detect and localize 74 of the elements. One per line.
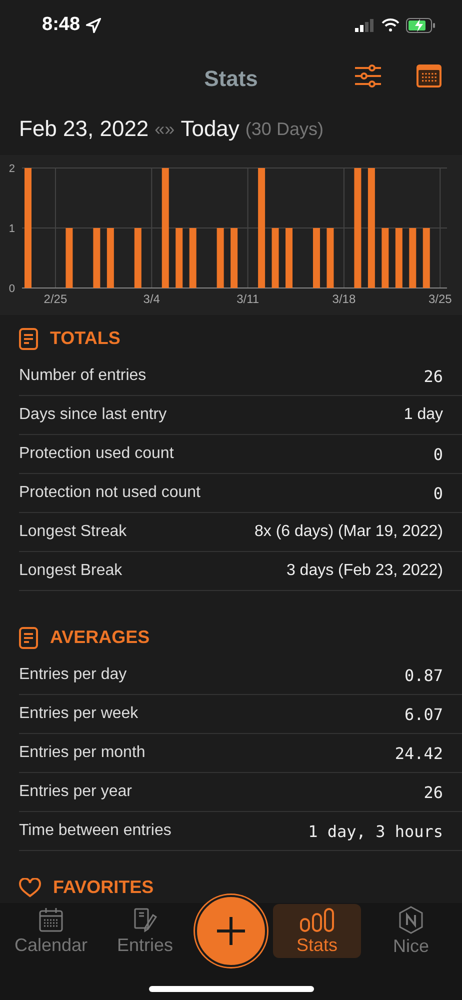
bar — [422, 228, 430, 288]
calendar-icon — [38, 906, 64, 932]
tab[interactable]: Nice — [367, 904, 455, 958]
bar — [382, 228, 389, 288]
bar — [216, 228, 224, 288]
bar — [176, 228, 183, 288]
stat-value: 24.42 — [394, 744, 443, 762]
bar — [272, 228, 279, 288]
bar — [313, 228, 320, 288]
day-count: (30 Days) — [245, 118, 324, 140]
filter-sliders-icon[interactable] — [354, 64, 382, 88]
axis-label: 1 — [8, 223, 15, 235]
bar — [230, 228, 238, 288]
bar — [395, 228, 402, 288]
start-date[interactable]: Feb 23, 2022 — [19, 116, 149, 142]
axis-label: 3/4 — [143, 292, 160, 306]
stat-label: Entries per week — [19, 705, 138, 723]
axis-label: 2 — [8, 163, 15, 175]
stat-label: Protection used count — [19, 445, 174, 463]
battery-charging-icon — [406, 18, 436, 32]
range-arrows[interactable]: «» — [154, 118, 175, 140]
add-button[interactable] — [195, 895, 267, 967]
bar — [189, 228, 196, 288]
screen-title: Stats — [204, 66, 258, 92]
stat-value: 0.87 — [404, 666, 443, 684]
stat-value: 26 — [424, 366, 443, 386]
bar — [93, 228, 100, 288]
bar-chart-icon — [299, 906, 335, 932]
bar — [326, 228, 334, 288]
bar — [409, 228, 416, 288]
axis-label: 3/18 — [332, 292, 356, 306]
bar — [286, 228, 293, 288]
plus-icon — [216, 916, 246, 946]
signal-icon — [355, 18, 375, 32]
stat-value: 0 — [433, 444, 443, 464]
axis-label: 0 — [8, 283, 15, 295]
section-title: TOTALS — [50, 328, 120, 349]
calendar-icon[interactable] — [416, 64, 442, 88]
stat-value: 26 — [424, 782, 443, 802]
document-icon — [19, 328, 38, 350]
axis-label: 3/11 — [236, 292, 260, 306]
wifi-icon — [381, 18, 400, 32]
bar — [66, 228, 73, 288]
stat-label: Entries per day — [19, 666, 127, 684]
stat-label: Longest Streak — [19, 523, 127, 541]
section-title: AVERAGES — [50, 627, 150, 648]
stat-label: Longest Break — [19, 562, 122, 580]
stat-label: Number of entries — [19, 367, 146, 385]
location-arrow-icon — [86, 18, 102, 32]
hexagon-n-icon — [398, 906, 424, 934]
heart-icon — [19, 878, 41, 898]
stat-label: Time between entries — [19, 822, 172, 840]
tab[interactable]: Stats — [273, 904, 361, 958]
stat-value: 0 — [433, 484, 443, 502]
tab[interactable]: Entries — [101, 904, 189, 958]
stat-label: Protection not used count — [19, 484, 200, 502]
stat-value: 1 day — [404, 406, 443, 424]
stat-value: 3 days (Feb 23, 2022) — [286, 562, 443, 580]
stat-value: 1 day, 3 hours — [308, 822, 443, 840]
stat-value: 6.07 — [404, 704, 443, 724]
bar — [134, 228, 142, 288]
axis-label: 3/25 — [428, 292, 452, 306]
tab[interactable]: Calendar — [7, 904, 95, 958]
stat-label: Days since last entry — [19, 406, 167, 424]
axis-label: 2/25 — [44, 292, 68, 306]
notebook-pencil-icon — [132, 906, 158, 932]
document-icon — [19, 626, 38, 648]
end-date[interactable]: Today — [180, 116, 240, 142]
clock-time: 8:48 — [42, 14, 80, 36]
bar — [106, 228, 114, 288]
stat-label: Entries per year — [19, 783, 132, 801]
stat-value: 8x (6 days) (Mar 19, 2022) — [254, 523, 443, 541]
section-title: FAVORITES — [53, 877, 154, 898]
stat-label: Entries per month — [19, 744, 146, 762]
